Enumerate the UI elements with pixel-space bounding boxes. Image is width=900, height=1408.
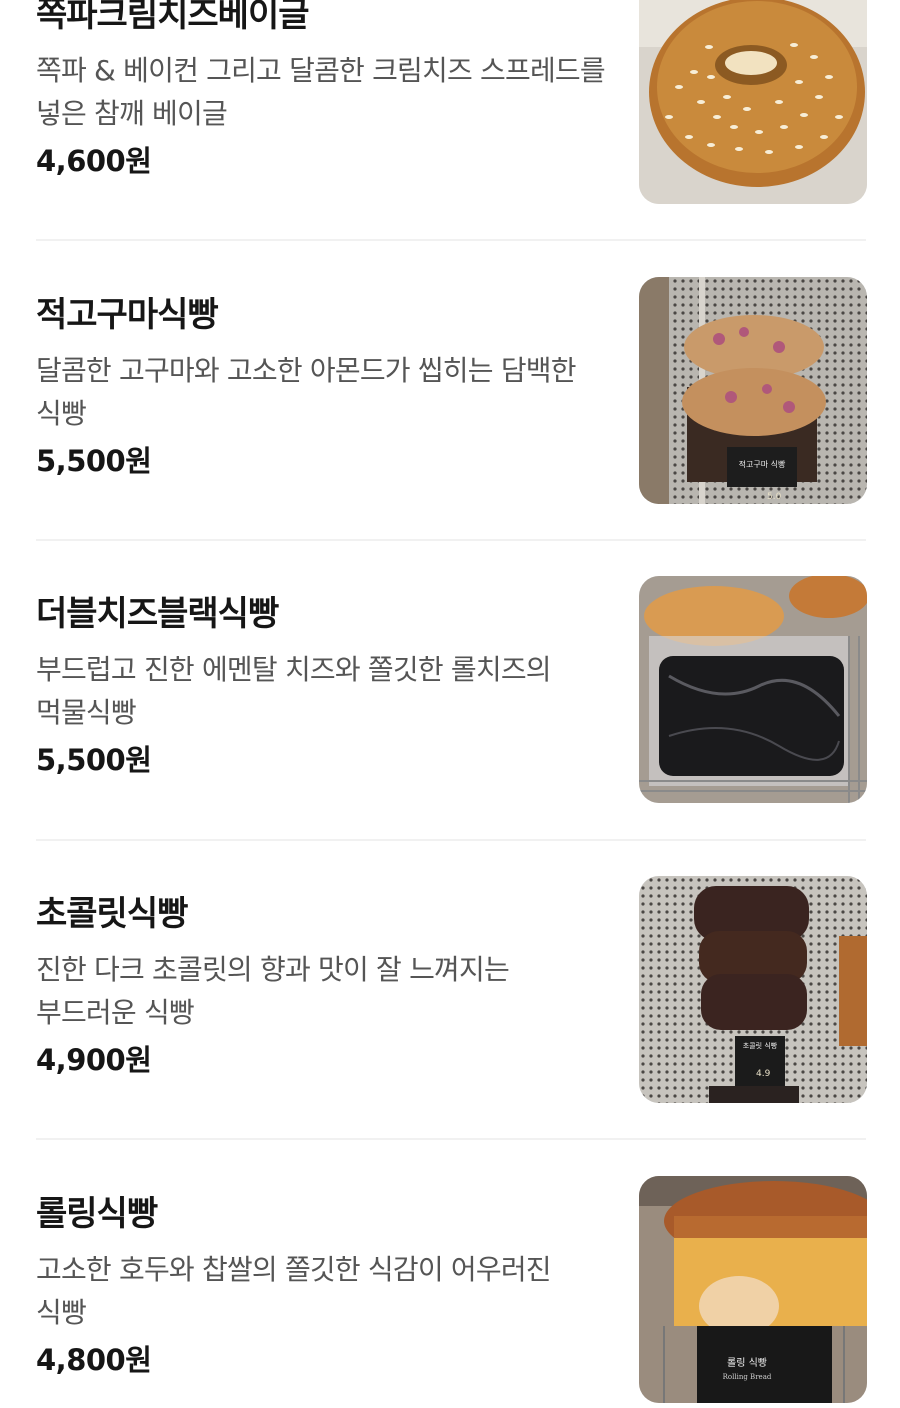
sweet-potato-bread-photo: 적고구마 식빵 5.0	[639, 277, 867, 504]
menu-item-name: 쪽파크림치즈베이글	[36, 0, 310, 35]
menu-item-sweet-potato-bread[interactable]: 적고구마식빵 달콤한 고구마와 고소한 아몬드가 씹히는 담백한 식빵 5,50…	[0, 277, 900, 577]
sign-label: 초콜릿 식빵	[743, 1041, 778, 1050]
menu-item-price: 4,900원	[36, 1043, 152, 1077]
sign-price: 4.9	[756, 1069, 771, 1079]
rolling-bread-photo: 롤링 식빵 Rolling Bread	[639, 1176, 867, 1403]
divider	[36, 539, 866, 541]
menu-item-chocolate-bread[interactable]: 초콜릿식빵 진한 다크 초콜릿의 향과 맛이 잘 느껴지는 부드러운 식빵 4,…	[0, 876, 900, 1176]
menu-item-description: 달콤한 고구마와 고소한 아몬드가 씹히는 담백한 식빵	[36, 354, 577, 430]
menu-item-rolling-bread[interactable]: 롤링식빵 고소한 호두와 찹쌀의 쫄깃한 식감이 어우러진 식빵 4,800원 …	[0, 1176, 900, 1408]
divider	[36, 239, 866, 241]
menu-item-price: 5,500원	[36, 743, 152, 777]
menu-item-description: 부드럽고 진한 에멘탈 치즈와 쫄깃한 롤치즈의 먹물식빵	[36, 653, 552, 729]
menu-item-price: 5,500원	[36, 444, 152, 478]
sign-label: 적고구마 식빵	[739, 459, 786, 469]
chocolate-bread-photo: 초콜릿 식빵 4.9	[639, 876, 867, 1103]
menu-item-description: 진한 다크 초콜릿의 향과 맛이 잘 느껴지는 부드러운 식빵	[36, 953, 510, 1029]
menu-item-price: 4,600원	[36, 144, 152, 178]
sign-label: 롤링 식빵	[727, 1357, 767, 1369]
menu-item-price: 4,800원	[36, 1343, 152, 1377]
menu-item-double-cheese-black-bread[interactable]: 더블치즈블랙식빵 부드럽고 진한 에멘탈 치즈와 쫄깃한 롤치즈의 먹물식빵 5…	[0, 576, 900, 876]
menu-item-name: 롤링식빵	[36, 1194, 158, 1234]
menu-item-name: 적고구마식빵	[36, 295, 219, 335]
menu-item-name: 초콜릿식빵	[36, 894, 188, 934]
divider	[36, 1138, 866, 1140]
menu-item-name: 더블치즈블랙식빵	[36, 594, 279, 634]
menu-item-description: 고소한 호두와 찹쌀의 쫄깃한 식감이 어우러진 식빵	[36, 1253, 552, 1329]
sign-price: 5.0	[767, 492, 782, 502]
sesame-bagel-photo	[639, 0, 867, 204]
menu-item-scallion-cream-cheese-bagel[interactable]: 쪽파크림치즈베이글 쪽파 & 베이컨 그리고 달콤한 크림치즈 스프레드를 넣은…	[0, 0, 900, 277]
menu-item-description: 쪽파 & 베이컨 그리고 달콤한 크림치즈 스프레드를 넣은 참깨 베이글	[36, 54, 606, 130]
black-bread-photo	[639, 576, 867, 803]
sign-subtext: Rolling Bread	[723, 1373, 772, 1381]
menu-list: 쪽파크림치즈베이글 쪽파 & 베이컨 그리고 달콤한 크림치즈 스프레드를 넣은…	[0, 0, 900, 1408]
divider	[36, 839, 866, 841]
